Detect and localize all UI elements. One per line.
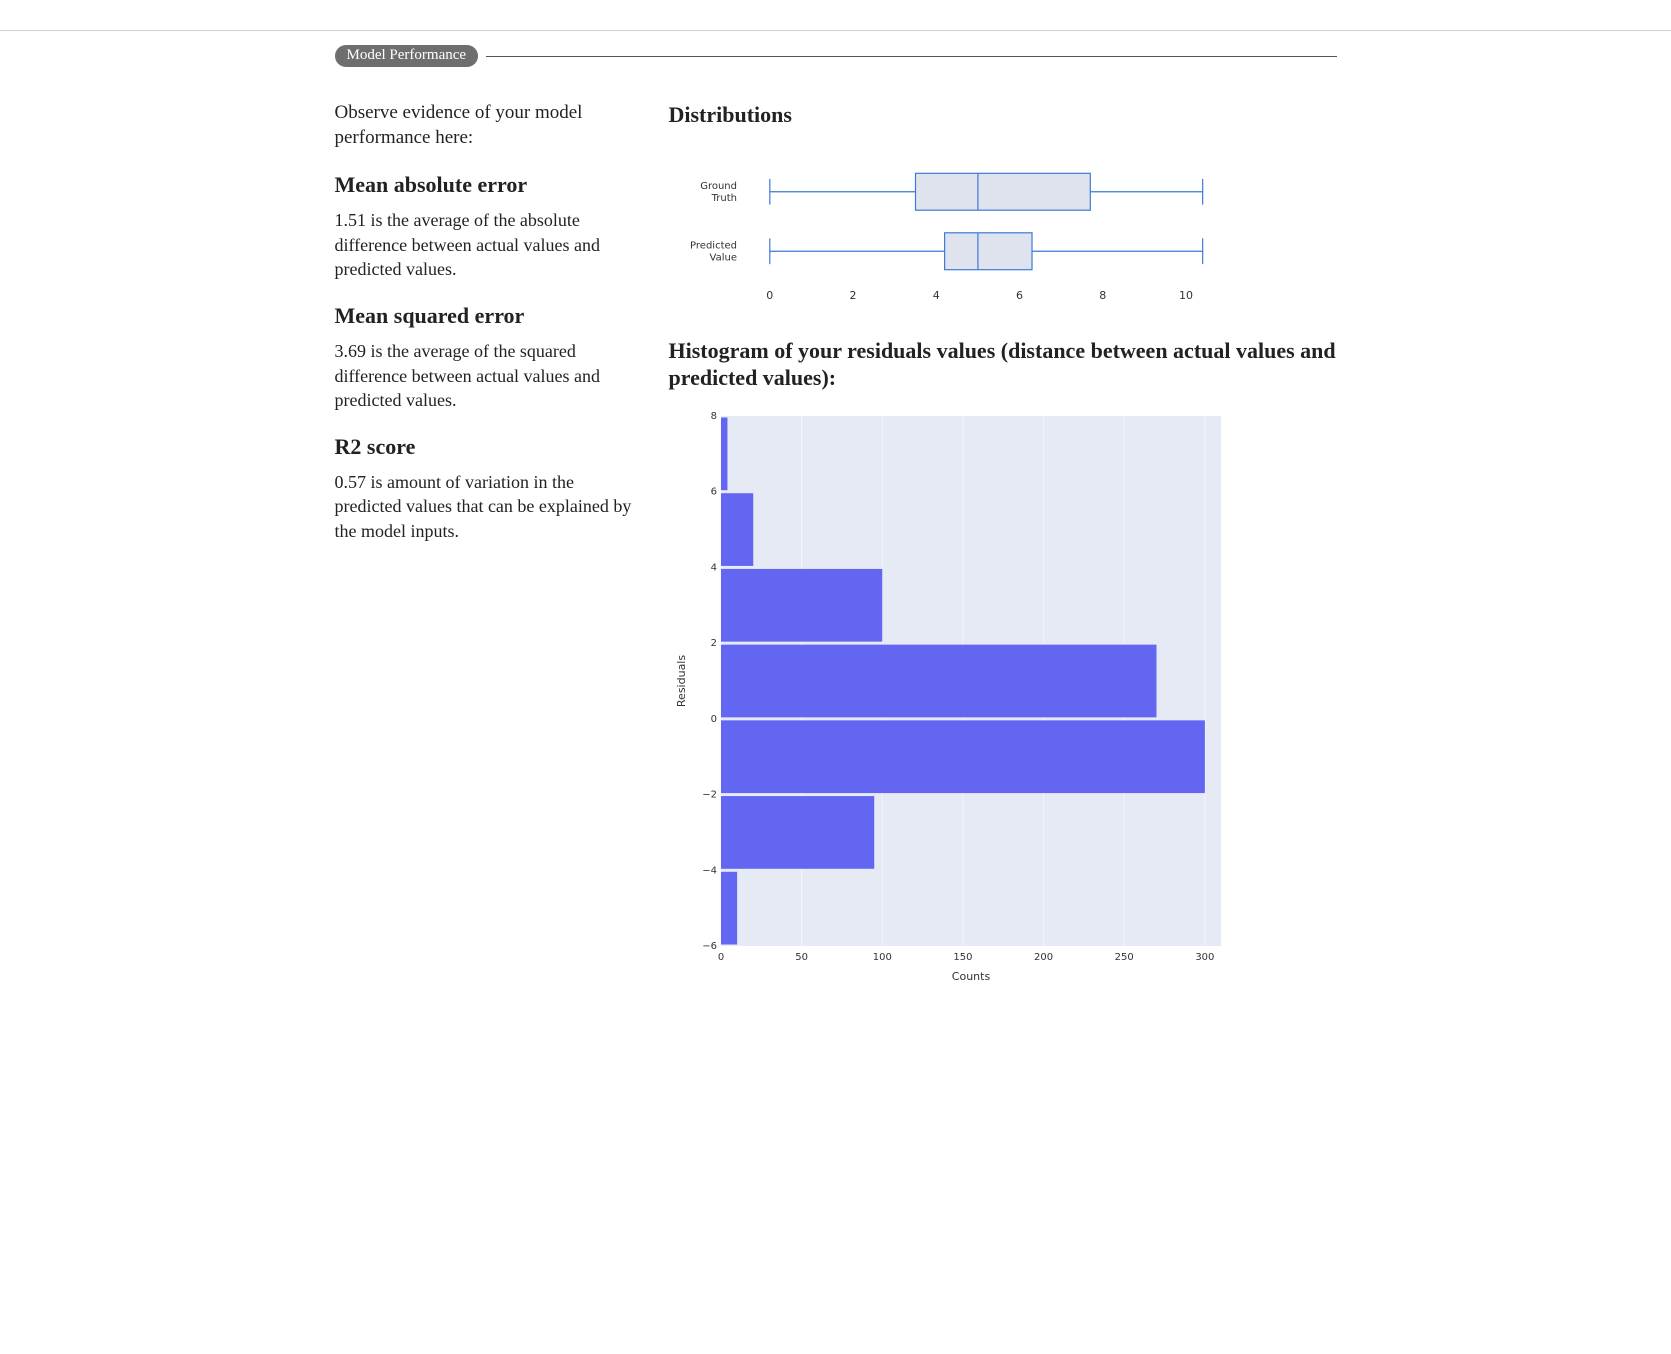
svg-text:Counts: Counts bbox=[951, 970, 990, 983]
charts-column: Distributions GroundTruth PredictedValue 0… bbox=[669, 101, 1337, 986]
svg-text:200: 200 bbox=[1034, 952, 1053, 963]
r2-heading: R2 score bbox=[335, 434, 645, 460]
histogram-heading: Histogram of your residuals values (dist… bbox=[669, 337, 1337, 392]
svg-text:0: 0 bbox=[717, 952, 723, 963]
svg-text:10: 10 bbox=[1179, 289, 1193, 302]
svg-text:150: 150 bbox=[953, 952, 972, 963]
section-pill: Model Performance bbox=[335, 45, 479, 67]
svg-text:6: 6 bbox=[710, 486, 716, 497]
svg-text:Ground: Ground bbox=[700, 180, 737, 191]
svg-text:4: 4 bbox=[932, 289, 939, 302]
svg-text:6: 6 bbox=[1016, 289, 1023, 302]
svg-text:8: 8 bbox=[710, 411, 716, 422]
mae-description: 1.51 is the average of the absolute diff… bbox=[335, 208, 645, 281]
intro-text: Observe evidence of your model performan… bbox=[335, 101, 645, 150]
mae-heading: Mean absolute error bbox=[335, 172, 645, 198]
residuals-histogram-chart: 0 50 100 150 200 250 300 −6 −4 −2 0 2 4 6 8 Counts Resid… bbox=[669, 410, 1229, 986]
svg-text:8: 8 bbox=[1099, 289, 1106, 302]
distributions-heading: Distributions bbox=[669, 101, 1337, 129]
svg-text:−6: −6 bbox=[702, 941, 717, 952]
svg-text:Residuals: Residuals bbox=[675, 654, 688, 706]
svg-text:Truth: Truth bbox=[710, 192, 736, 203]
section-divider-line bbox=[486, 56, 1336, 57]
svg-text:Value: Value bbox=[709, 252, 736, 263]
mse-heading: Mean squared error bbox=[335, 303, 645, 329]
svg-text:2: 2 bbox=[710, 638, 716, 649]
svg-text:300: 300 bbox=[1195, 952, 1214, 963]
svg-text:0: 0 bbox=[710, 713, 716, 724]
svg-text:4: 4 bbox=[710, 562, 716, 573]
svg-text:250: 250 bbox=[1114, 952, 1133, 963]
svg-text:2: 2 bbox=[849, 289, 856, 302]
boxplot-chart: GroundTruth PredictedValue 0 2 4 6 8 10 bbox=[669, 147, 1229, 307]
svg-text:−4: −4 bbox=[702, 865, 717, 876]
svg-text:50: 50 bbox=[795, 952, 808, 963]
section-header: Model Performance bbox=[335, 45, 1337, 67]
svg-text:100: 100 bbox=[872, 952, 891, 963]
r2-description: 0.57 is amount of variation in the predi… bbox=[335, 470, 645, 543]
mse-description: 3.69 is the average of the squared diffe… bbox=[335, 339, 645, 412]
svg-text:0: 0 bbox=[766, 289, 773, 302]
metrics-column: Observe evidence of your model performan… bbox=[335, 101, 645, 549]
svg-text:−2: −2 bbox=[702, 789, 717, 800]
svg-text:Predicted: Predicted bbox=[690, 240, 737, 251]
